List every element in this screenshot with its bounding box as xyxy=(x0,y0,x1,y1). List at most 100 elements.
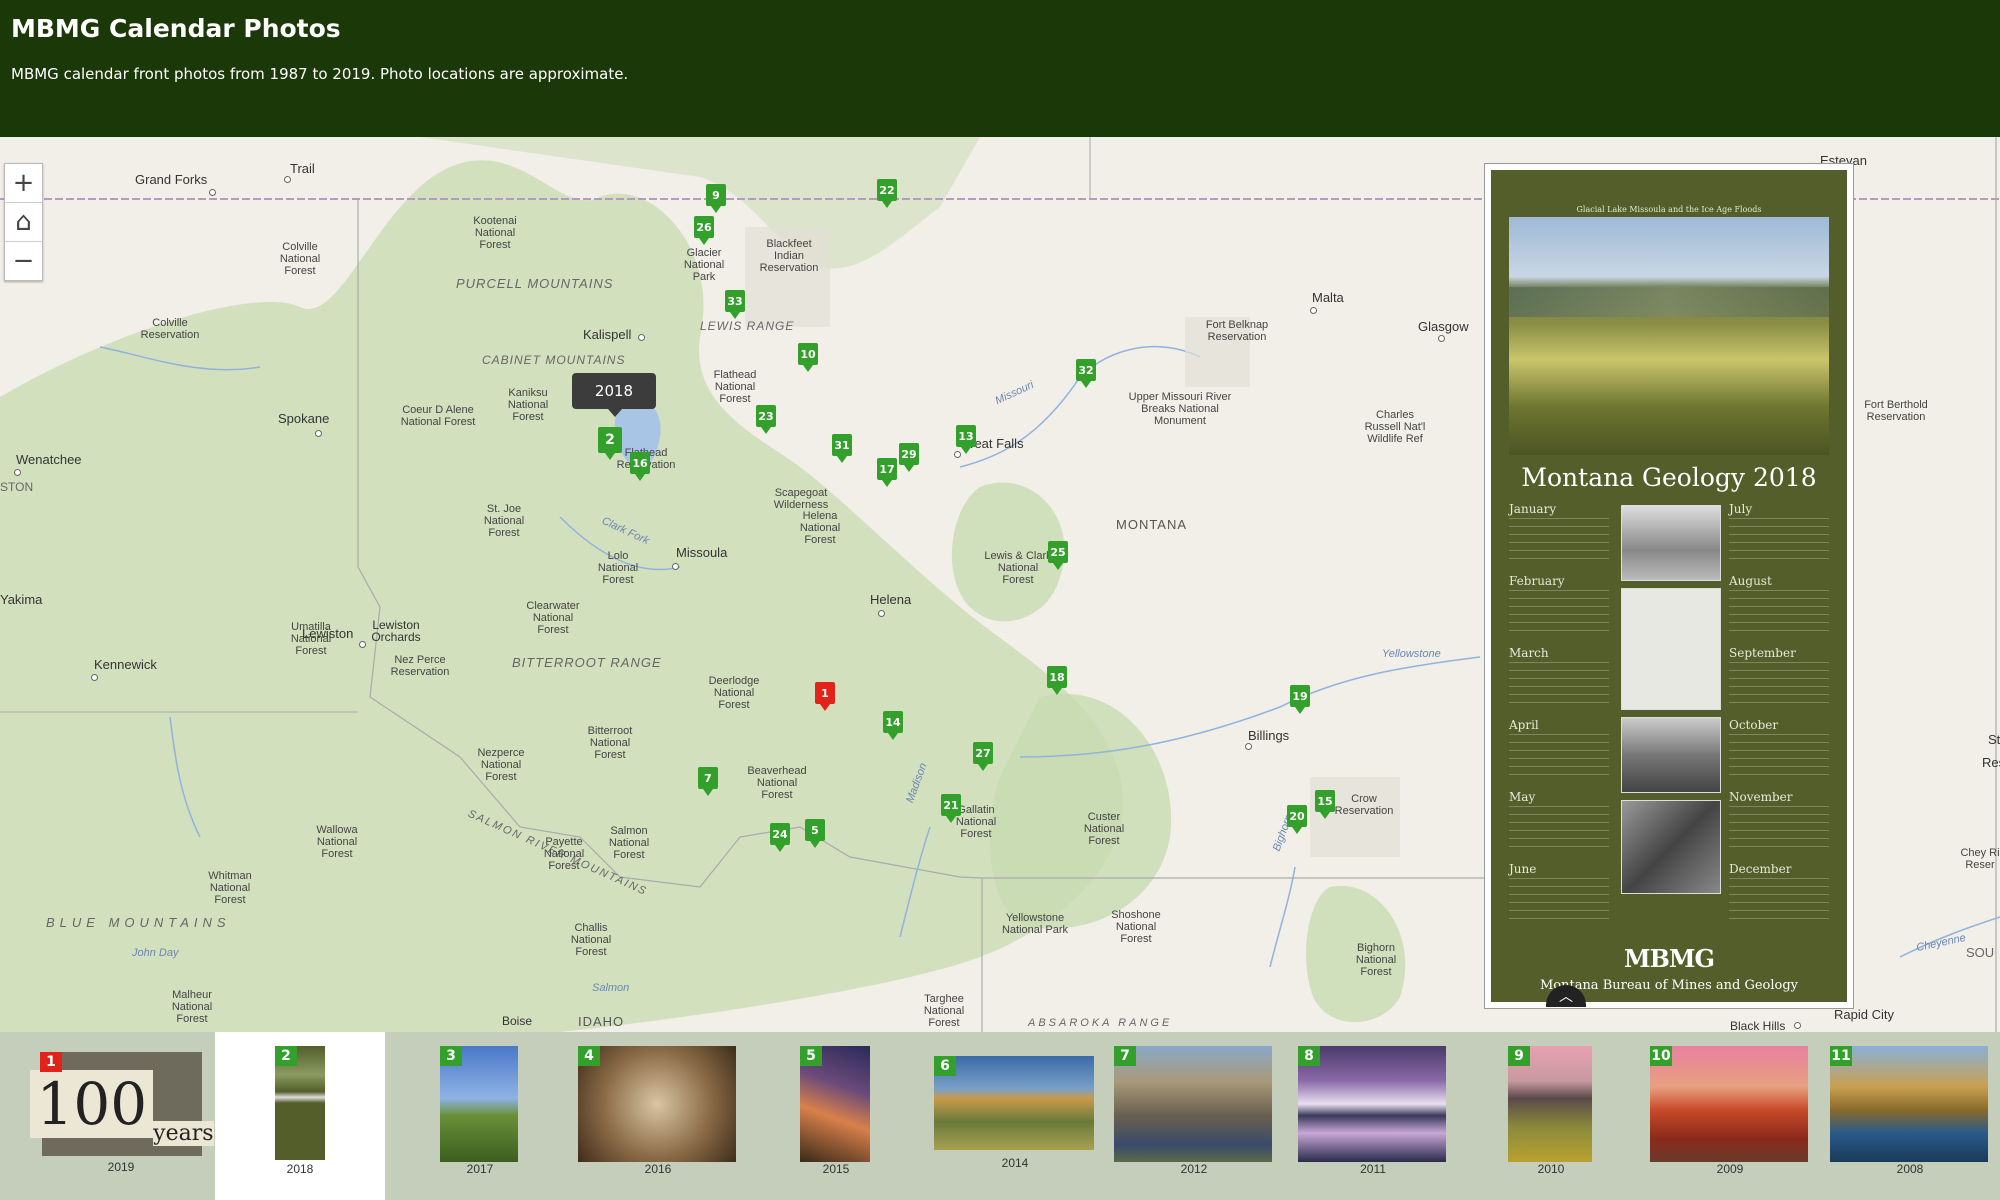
label-yakima: Yakima xyxy=(0,592,43,607)
map-marker[interactable]: 17 xyxy=(877,458,897,487)
label-kalispell: Kalispell xyxy=(583,327,632,342)
map-marker[interactable]: 16 xyxy=(630,452,650,481)
label-malta: Malta xyxy=(1312,290,1344,305)
label-coeur: Coeur D Alene National Forest xyxy=(400,404,476,428)
thumbnail-image xyxy=(578,1046,736,1162)
thumbnail-number: 9 xyxy=(1508,1046,1530,1066)
calendar-month: January xyxy=(1509,502,1609,574)
label-lewis-range: LEWIS RANGE xyxy=(700,319,795,333)
thumbnail-item[interactable]: 11 2008 xyxy=(1830,1032,1990,1200)
label-wenatchee: Wenatchee xyxy=(16,452,82,467)
month-grid xyxy=(1509,590,1609,638)
city-dot xyxy=(91,674,98,681)
map-marker[interactable]: 13 xyxy=(956,425,976,454)
map-marker[interactable]: 26 xyxy=(694,216,714,245)
thumbnail-text: 100 xyxy=(30,1070,154,1138)
label-clearwater: Clearwater National Forest xyxy=(526,600,580,636)
poster-inset-map xyxy=(1621,588,1721,710)
map-marker[interactable]: 31 xyxy=(832,434,852,463)
months-left: January February March April May June xyxy=(1509,502,1609,934)
city-dot xyxy=(284,176,291,183)
thumbnail-item[interactable]: 3 2017 xyxy=(440,1032,520,1200)
map-marker[interactable]: 2 xyxy=(598,427,622,460)
thumbnail-item[interactable]: 8 2011 xyxy=(1298,1032,1448,1200)
map-marker[interactable]: 15 xyxy=(1315,790,1335,819)
thumbnail-image xyxy=(934,1056,1094,1150)
label-montana: MONTANA xyxy=(1116,517,1188,532)
poster-inset-photo xyxy=(1621,505,1721,581)
label-umatilla: Umatilla National Forest xyxy=(290,621,332,657)
map-marker[interactable]: 19 xyxy=(1290,685,1310,714)
label-billings: Billings xyxy=(1248,728,1290,743)
calendar-month: March xyxy=(1509,646,1609,718)
city-dot xyxy=(1310,307,1317,314)
map-marker[interactable]: 14 xyxy=(883,711,903,740)
thumbnail-item[interactable]: 7 2012 xyxy=(1114,1032,1274,1200)
label-black-hills: Black Hills xyxy=(1730,1019,1786,1032)
thumbnail-item[interactable]: 10 2009 xyxy=(1650,1032,1810,1200)
label-targhee: Targhee National Forest xyxy=(923,993,965,1029)
map-marker[interactable]: 24 xyxy=(770,823,790,852)
calendar-month: June xyxy=(1509,862,1609,934)
label-salmon: Salmon xyxy=(592,982,630,994)
map-marker[interactable]: 21 xyxy=(941,794,961,823)
map-marker[interactable]: 5 xyxy=(805,819,825,848)
thumbnail-item[interactable]: 4 2016 xyxy=(578,1032,738,1200)
month-name: October xyxy=(1729,718,1779,732)
map-marker[interactable]: 1 xyxy=(815,682,835,711)
label-idaho: IDAHO xyxy=(578,1014,625,1029)
label-res: Res xyxy=(1982,755,2000,770)
calendar-month: July xyxy=(1729,502,1829,574)
label-st-joe: St. Joe National Forest xyxy=(483,503,525,539)
month-grid xyxy=(1509,734,1609,782)
label-boise: Boise xyxy=(502,1014,533,1028)
poster-footer: Montana Bureau of Mines and Geology xyxy=(1539,978,1799,993)
map-marker[interactable]: 10 xyxy=(798,343,818,372)
thumbnail-number: 10 xyxy=(1650,1046,1672,1066)
city-dot xyxy=(878,610,885,617)
thumbnail-year: 2012 xyxy=(1180,1162,1208,1176)
thumbnail-image xyxy=(1830,1046,1988,1162)
zoom-in-button[interactable]: + xyxy=(5,164,42,203)
map-marker[interactable]: 32 xyxy=(1076,359,1096,388)
map-marker[interactable]: 33 xyxy=(725,290,745,319)
label-colville-nf: Colville National Forest xyxy=(279,241,321,277)
map-marker[interactable]: 20 xyxy=(1287,805,1307,834)
thumbnail-year: 2018 xyxy=(286,1162,314,1176)
map-marker[interactable]: 29 xyxy=(899,443,919,472)
poster-title: Montana Geology 2018 xyxy=(1521,463,1817,492)
home-button[interactable]: ⌂ xyxy=(5,203,42,242)
label-john-day: John Day xyxy=(132,947,179,959)
map-marker[interactable]: 27 xyxy=(973,742,993,771)
thumbnail-year: 2016 xyxy=(644,1162,672,1176)
calendar-month: December xyxy=(1729,862,1829,934)
map-marker[interactable]: 22 xyxy=(877,179,897,208)
label-glasgow: Glasgow xyxy=(1418,319,1469,334)
label-bighorn-nf: Bighorn National Forest xyxy=(1355,942,1397,978)
city-dot xyxy=(1794,1022,1801,1029)
month-name: May xyxy=(1509,790,1536,804)
thumbnail-item[interactable]: 6 2014 xyxy=(934,1032,1096,1200)
map-marker[interactable]: 18 xyxy=(1047,666,1067,695)
zoom-out-button[interactable]: − xyxy=(5,242,42,280)
calendar-month: October xyxy=(1729,718,1829,790)
thumbnail-item[interactable]: 5 2015 xyxy=(800,1032,872,1200)
label-whitman: Whitman National Forest xyxy=(208,870,252,906)
map-marker[interactable]: 7 xyxy=(698,767,718,796)
month-name: August xyxy=(1729,574,1772,588)
map-marker[interactable]: 9 xyxy=(706,184,726,213)
label-nezperce-nf: Nezperce National Forest xyxy=(477,747,525,783)
map-marker[interactable]: 25 xyxy=(1048,541,1068,570)
city-dot xyxy=(672,563,679,570)
thumbnail-item[interactable]: 9 2010 xyxy=(1508,1032,1594,1200)
label-bitterroot-range: BITTERROOT RANGE xyxy=(512,655,662,670)
city-dot xyxy=(209,189,216,196)
label-yellowstone-river: Yellowstone xyxy=(1382,648,1441,660)
thumbnail-item-selected[interactable]: 2 2018 xyxy=(215,1032,385,1200)
thumbnail-image xyxy=(1298,1046,1446,1162)
poster-photo xyxy=(1509,217,1829,455)
page-subtitle: MBMG calendar front photos from 1987 to … xyxy=(11,65,629,83)
map-marker[interactable]: 23 xyxy=(756,405,776,434)
thumbnail-item[interactable]: 100 years 1 2019 xyxy=(30,1032,214,1200)
label-purcell: PURCELL MOUNTAINS xyxy=(456,276,614,291)
